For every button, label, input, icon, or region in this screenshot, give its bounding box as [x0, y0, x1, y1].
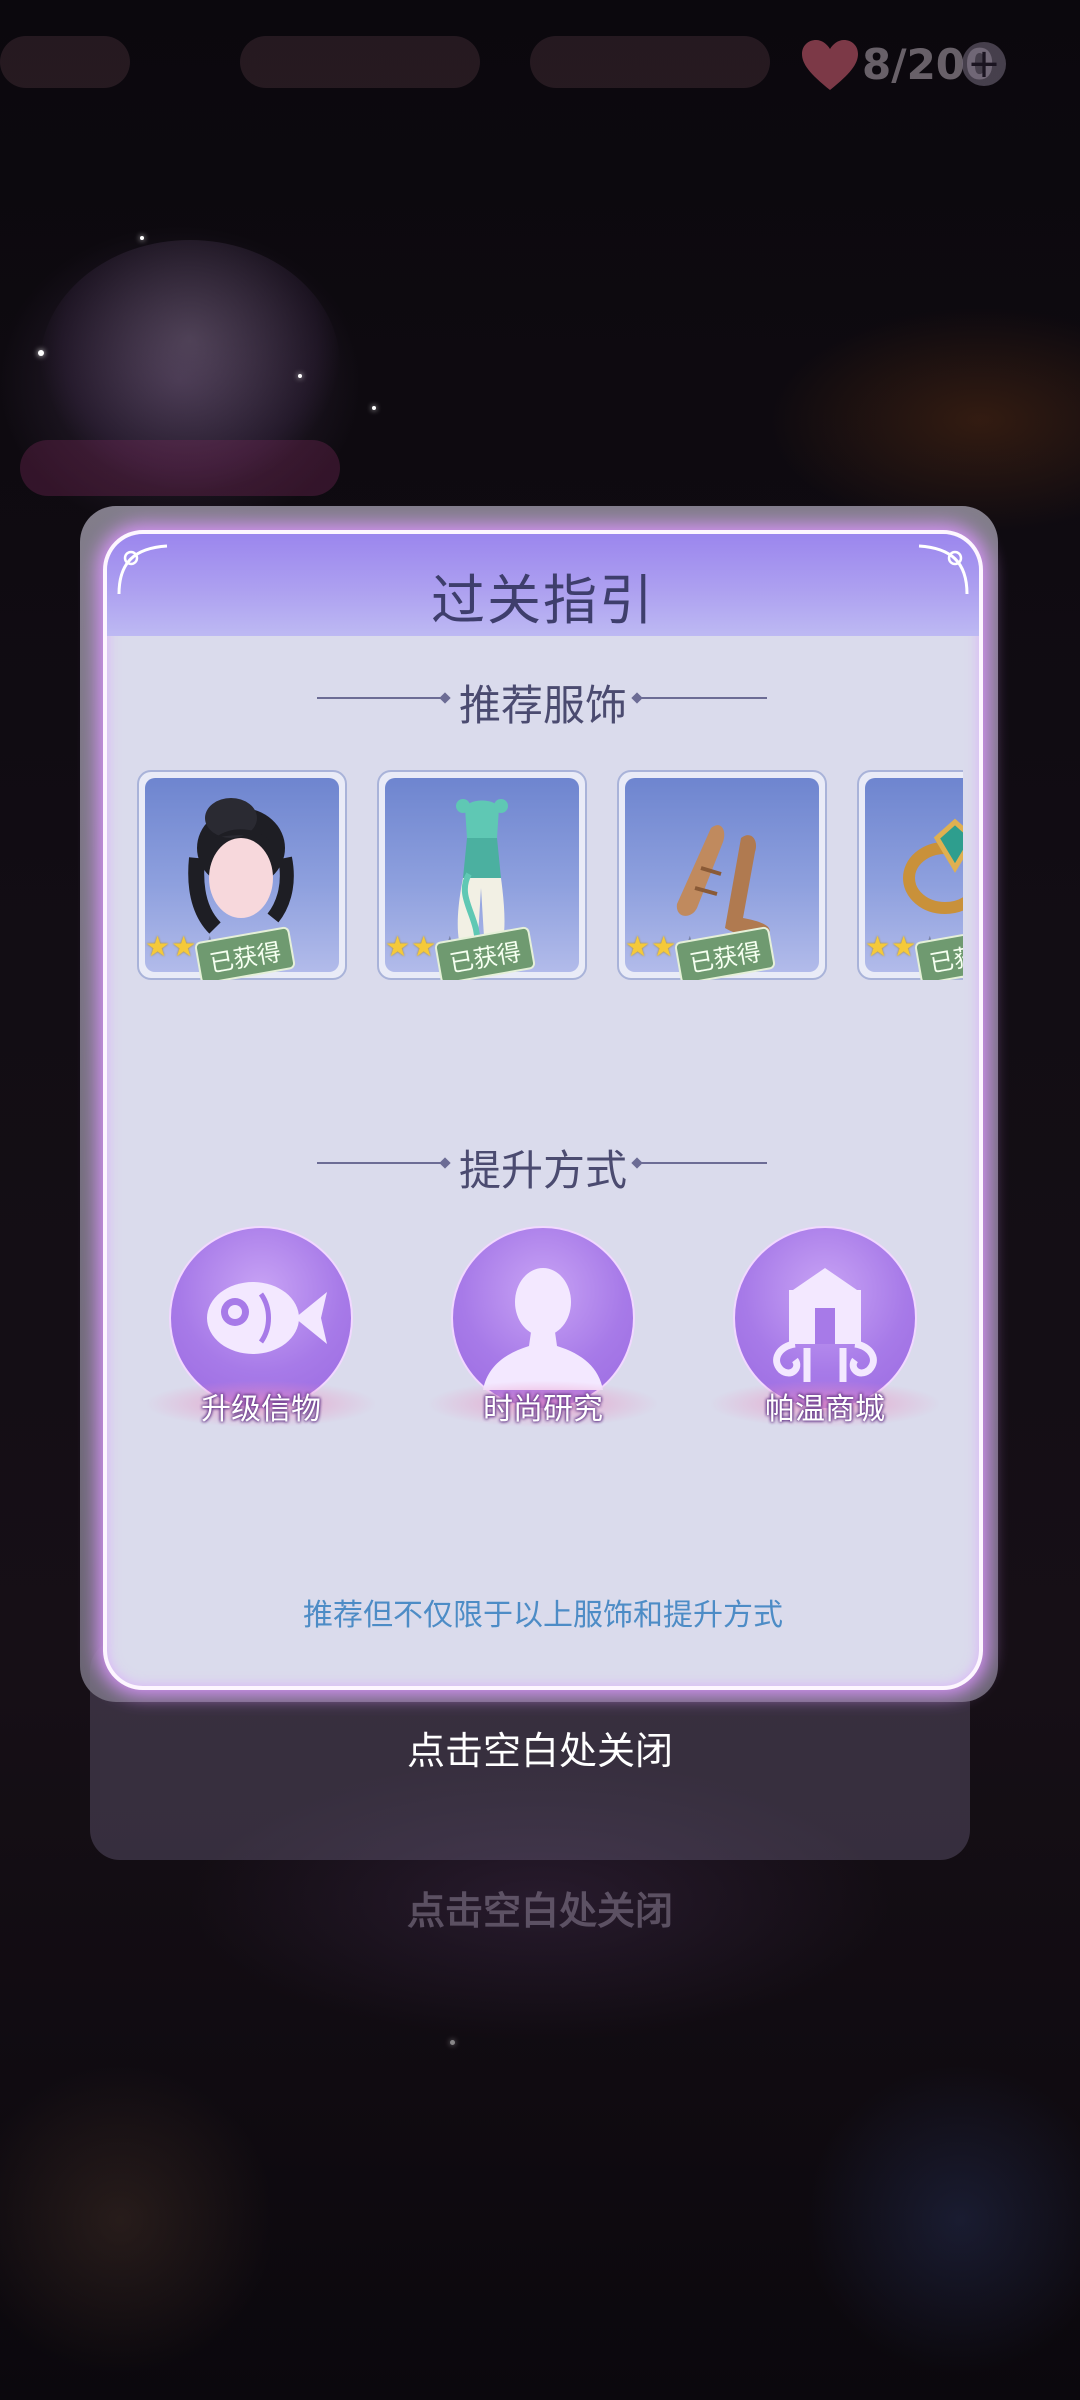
method-shop-button[interactable]: 帕温商城: [711, 1226, 939, 1427]
section-title-methods: 提升方式: [458, 1146, 627, 1195]
background-close-hint: 点击空白处关闭: [406, 1889, 673, 1933]
divider: [639, 697, 767, 699]
method-upgrade-token-button[interactable]: 升级信物: [147, 1226, 375, 1427]
heart-icon: [802, 40, 858, 90]
sparkle: [372, 406, 376, 410]
item-card-shoes[interactable]: ★★★★★ 已获得: [617, 770, 827, 980]
star-icon: ★: [385, 930, 411, 963]
top-hud: 8/200 +: [0, 0, 1080, 110]
method-label: 帕温商城: [765, 1392, 885, 1427]
item-card-ring[interactable]: ★★★★★ 已获得: [857, 770, 963, 980]
hud-currency-1: [240, 36, 480, 88]
section-title-outfits: 推荐服饰: [458, 681, 627, 730]
close-hint[interactable]: 点击空白处关闭: [0, 1720, 1080, 1775]
star-icon: ★: [145, 930, 171, 963]
recommended-items-list[interactable]: ★★★★★ 已获得 ★★★★★ 已获得: [137, 770, 963, 980]
method-label: 升级信物: [201, 1392, 321, 1427]
star-icon: ★: [891, 930, 917, 963]
sparkle: [38, 350, 44, 356]
item-card-dress[interactable]: ★★★★★ 已获得: [377, 770, 587, 980]
hud-avatar-slot: [0, 36, 130, 88]
modal-title: 过关指引: [431, 569, 655, 632]
star-icon: ★: [411, 930, 437, 963]
character-name-plate: [20, 440, 340, 496]
star-icon: ★: [865, 930, 891, 963]
stage-guide-modal: 过关指引 推荐服饰 ★★★★★ 已获得: [103, 530, 983, 1690]
sparkle: [450, 2040, 455, 2045]
add-heart-button[interactable]: +: [962, 42, 1006, 86]
sparkle: [298, 374, 302, 378]
modal-header: 过关指引: [107, 534, 979, 636]
method-fashion-research-button[interactable]: 时尚研究: [429, 1226, 657, 1427]
method-label: 时尚研究: [483, 1392, 603, 1427]
divider: [639, 1162, 767, 1164]
sparkle: [140, 236, 144, 240]
hud-currency-2: [530, 36, 770, 88]
item-card-hair[interactable]: ★★★★★ 已获得: [137, 770, 347, 980]
star-icon: ★: [651, 930, 677, 963]
star-icon: ★: [625, 930, 651, 963]
recommendation-note: 推荐但不仅限于以上服饰和提升方式: [303, 1598, 783, 1633]
star-icon: ★: [171, 930, 197, 963]
